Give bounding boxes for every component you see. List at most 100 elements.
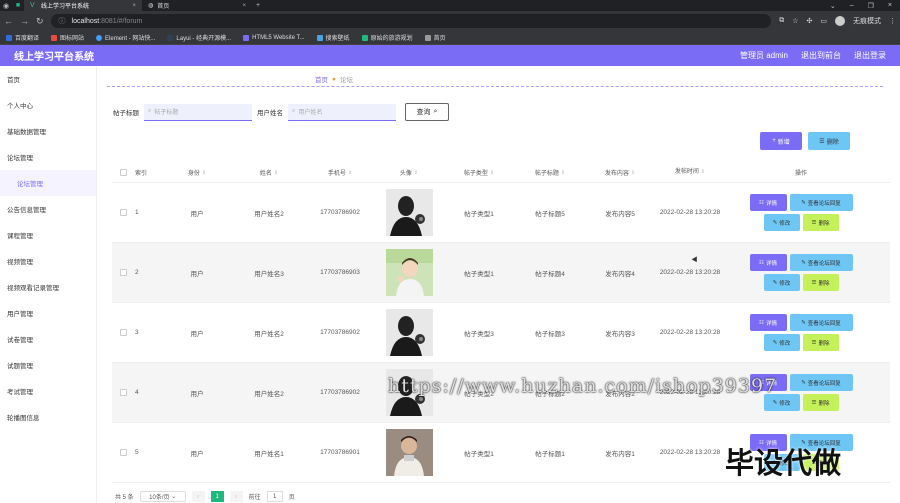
edit-button[interactable]: ✎ 修改 [763,274,800,291]
view-replies-button[interactable]: ✎ 查看论坛回复 [789,254,853,271]
reload-icon[interactable]: ↻ [36,16,44,27]
header-title[interactable]: 帖子标题 ⇕ [519,163,581,182]
sidebar-item-video[interactable]: 视频管理 [0,248,96,274]
table-body: 1 用户 用户姓名2 17703786902 帖子类型1 帖子标题5 发布内容5 2022-0… [112,183,890,483]
row-avatar[interactable] [379,183,439,242]
sidebar-item-papers[interactable]: 试卷管理 [0,326,96,352]
tab-search-icon[interactable]: ◉ [0,2,12,10]
bookmark-item[interactable]: 搜索壁纸 [316,33,350,42]
delete-button[interactable]: ☰ 删除 [802,334,839,351]
bookmark-item[interactable]: Layui - 经典开源模... [167,33,231,42]
header-time[interactable]: 发帖时间 ⇕ [659,163,721,182]
delete-button[interactable]: ☰ 删除 [802,394,839,411]
header-name[interactable]: 姓名 ⇕ [237,163,301,182]
sidebar-item-exams[interactable]: 考试管理 [0,378,96,404]
edit-button[interactable]: ✎ 修改 [763,334,800,351]
header-avatar[interactable]: 头像 ⇕ [379,163,439,182]
detail-button[interactable]: ☷ 详情 [749,314,787,331]
close-icon[interactable]: × [132,3,136,9]
tab-group-icon[interactable]: ■ [12,2,24,9]
sort-icon[interactable]: ⇕ [274,170,278,176]
delete-button[interactable]: ☰ 删除 [802,274,839,291]
row-checkbox[interactable] [120,329,127,336]
row-avatar[interactable] [379,303,439,362]
header-role[interactable]: 身份 ⇕ [157,163,237,182]
row-avatar[interactable] [379,423,439,482]
row-avatar[interactable] [379,243,439,302]
detail-button[interactable]: ☷ 详情 [749,254,787,271]
sidebar-item-users[interactable]: 用户管理 [0,300,96,326]
breadcrumb-home[interactable]: 首页 [315,74,328,84]
header-type[interactable]: 帖子类型 ⇕ [439,163,519,182]
sidebar-item-forum[interactable]: 论坛管理 [0,144,96,170]
select-all-checkbox[interactable] [120,169,127,176]
profile-label[interactable]: 无痕模式 [853,16,881,26]
prev-page-button[interactable]: ‹ [191,491,205,502]
page-number-current[interactable]: 1 [210,491,224,502]
browser-tab[interactable]: ◍ 首页 × [142,0,252,11]
row-checkbox[interactable] [120,209,127,216]
row-checkbox[interactable] [120,449,127,456]
minimize-icon[interactable]: – [850,2,854,10]
sort-icon[interactable]: ⇕ [701,167,705,178]
bookmark-item[interactable]: 百度翻译 [6,33,39,42]
url-field[interactable]: ⓘ localhost:8081/#/forum [50,14,771,28]
detail-button[interactable]: ☷ 详情 [749,194,787,211]
browser-tab-active[interactable]: V 线上学习平台系统 × [24,0,142,11]
bookmark-item[interactable]: 图标网站 [51,33,84,42]
page-size-select[interactable]: 10条/页 ⌄ [139,491,186,502]
maximize-icon[interactable]: ❐ [868,2,874,10]
logout-link[interactable]: 退出登录 [854,50,886,61]
query-button[interactable]: 查询 ⌕ [405,103,449,121]
sort-icon[interactable]: ⇕ [490,170,494,176]
translate-icon[interactable]: ⧉ [779,17,784,25]
view-replies-button[interactable]: ✎ 查看论坛回复 [789,374,853,391]
chevron-down-icon[interactable]: ⌄ [830,2,836,10]
next-page-button[interactable]: › [229,491,243,502]
goto-page-input[interactable]: 1 [266,491,283,502]
sidebar-item-carousel[interactable]: 轮播图信息 [0,404,96,430]
bookmark-item[interactable]: HTML5 Website T... [243,34,305,41]
delete-button[interactable]: ☰ 删除 [802,214,839,231]
sidebar-subitem-forum[interactable]: 论坛管理 [0,170,96,196]
menu-icon[interactable]: ⋮ [889,17,896,25]
batch-delete-button[interactable]: ☰ 删除 [808,132,850,150]
sidebar-item-questions[interactable]: 试题管理 [0,352,96,378]
forward-arrow-icon[interactable]: → [20,16,29,26]
row-checkbox[interactable] [120,389,127,396]
view-replies-button[interactable]: ✎ 查看论坛回复 [789,194,853,211]
sort-icon[interactable]: ⇕ [631,170,635,176]
sidebar-item-course[interactable]: 课程管理 [0,222,96,248]
extensions-icon[interactable]: ✣ [807,17,813,25]
edit-button[interactable]: ✎ 修改 [763,214,800,231]
row-checkbox[interactable] [120,269,127,276]
header-phone[interactable]: 手机号 ⇕ [301,163,379,182]
incognito-avatar-icon[interactable] [835,16,845,26]
close-icon[interactable]: × [242,3,246,9]
sidebar-item-notice[interactable]: 公告信息管理 [0,196,96,222]
back-arrow-icon[interactable]: ← [4,16,13,26]
sidebar-item-video-history[interactable]: 视频观看记录管理 [0,274,96,300]
title-search-input[interactable]: ⌕ 帖子标题 [144,103,252,121]
sort-icon[interactable]: ⇕ [561,170,565,176]
sidebar-item-basic-data[interactable]: 基础数据管理 [0,118,96,144]
sort-icon[interactable]: ⇕ [414,170,418,176]
bookmark-item[interactable]: 原始的旅游规划 [361,33,413,42]
edit-icon: ✎ [801,259,806,266]
add-button[interactable]: + 新增 [760,132,802,150]
header-content[interactable]: 发布内容 ⇕ [581,163,659,182]
bookmark-item[interactable]: 首页 [424,33,446,42]
view-replies-button[interactable]: ✎ 查看论坛回复 [789,314,853,331]
bookmark-item[interactable]: Element - 网站快... [96,33,155,42]
new-tab-icon[interactable]: + [252,2,264,9]
back-to-front-link[interactable]: 退出到前台 [801,50,841,61]
sidebar-item-home[interactable]: 首页 [0,66,96,92]
sort-icon[interactable]: ⇕ [348,170,352,176]
sort-icon[interactable]: ⇕ [202,170,206,176]
close-window-icon[interactable]: × [888,2,892,10]
window-icon[interactable]: ▭ [820,17,827,25]
user-search-input[interactable]: ⌕ 用户姓名 [288,103,396,121]
star-icon[interactable]: ☆ [792,17,798,25]
sidebar-item-profile[interactable]: 个人中心 [0,92,96,118]
edit-label: 修改 [779,280,791,287]
